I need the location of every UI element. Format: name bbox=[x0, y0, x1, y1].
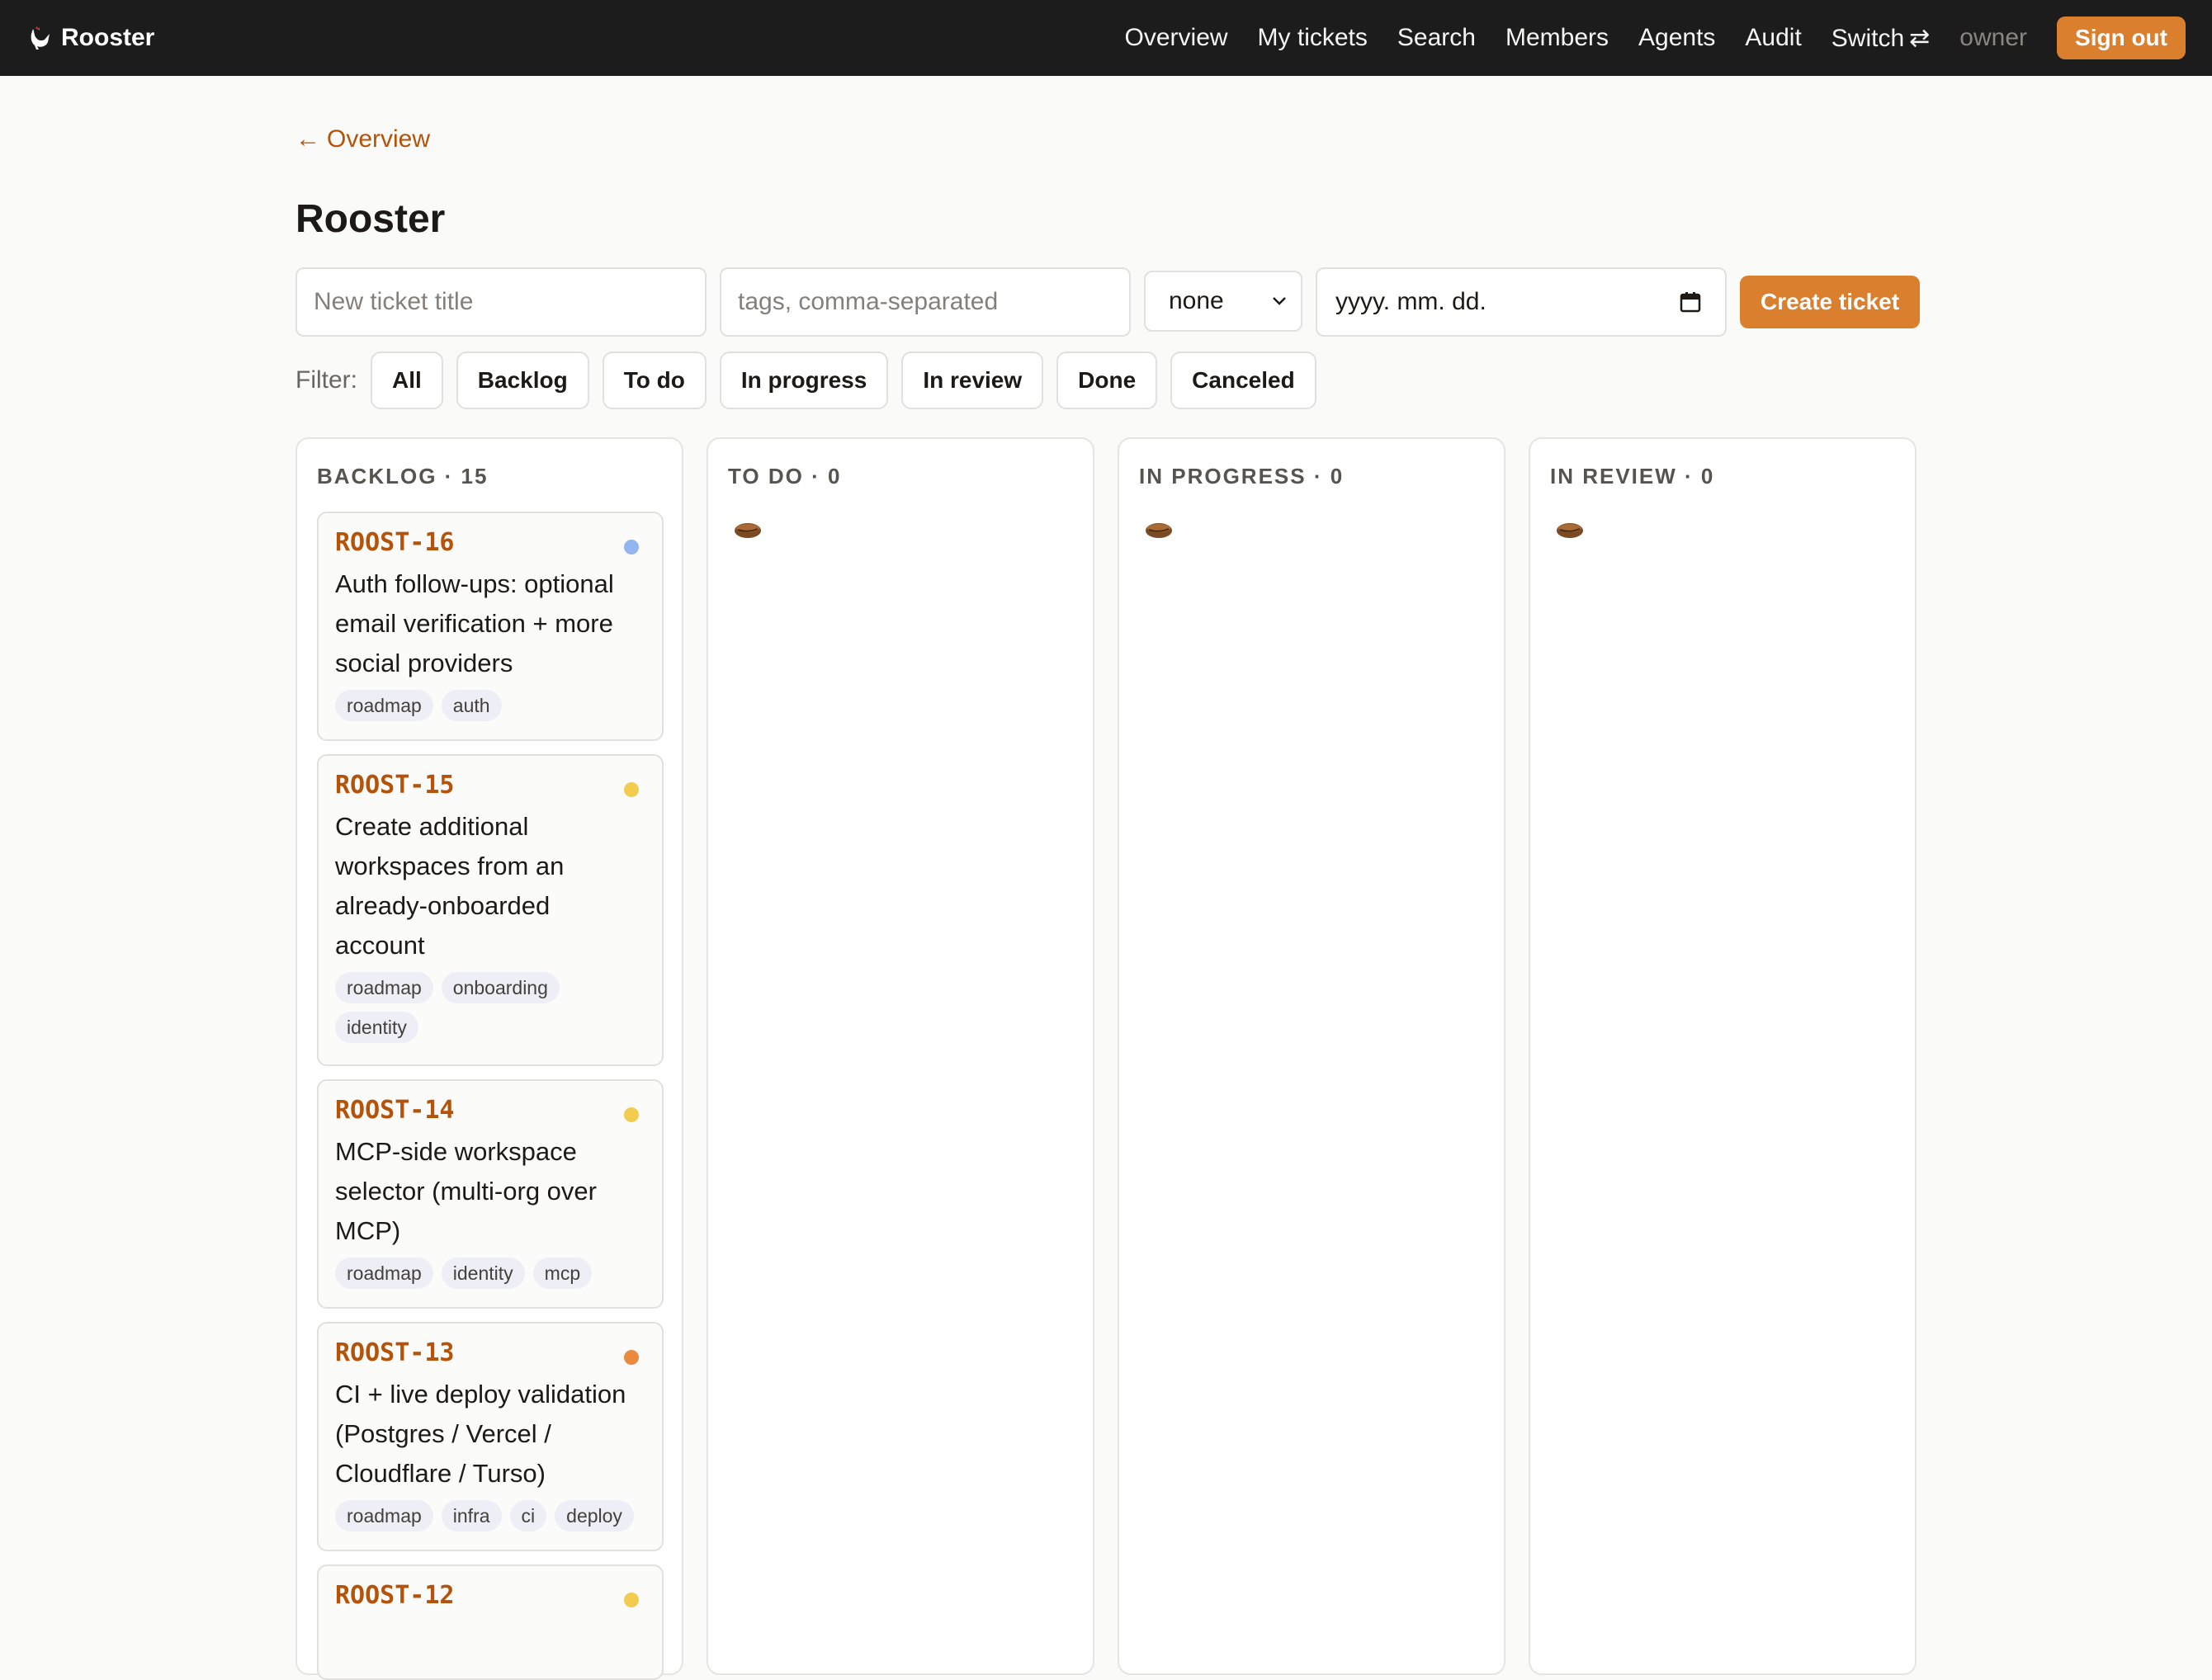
priority-dot-icon bbox=[624, 1350, 639, 1365]
coffee-bean-icon bbox=[1557, 523, 1583, 538]
priority-dot-icon bbox=[624, 1107, 639, 1122]
top-nav-bar: Rooster Overview My tickets Search Membe… bbox=[0, 0, 2212, 76]
ticket-id[interactable]: ROOST-16 bbox=[335, 528, 645, 561]
coffee-bean-icon bbox=[1146, 523, 1172, 538]
filter-in-progress[interactable]: In progress bbox=[719, 352, 889, 409]
priority-select[interactable]: none bbox=[1144, 271, 1302, 332]
ticket-title: CI + live deploy validation (Postgres / … bbox=[335, 1380, 626, 1488]
ticket-id[interactable]: ROOST-14 bbox=[335, 1096, 645, 1129]
column-header: BACKLOG · 15 bbox=[317, 464, 489, 488]
brand-name: Rooster bbox=[61, 24, 155, 51]
sign-out-button[interactable]: Sign out bbox=[2057, 17, 2186, 59]
filter-in-review[interactable]: In review bbox=[901, 352, 1044, 409]
filter-canceled[interactable]: Canceled bbox=[1170, 352, 1316, 409]
column-to-do: TO DO · 0 bbox=[707, 437, 1094, 1675]
tag[interactable]: roadmap bbox=[335, 690, 433, 721]
chevron-down-icon bbox=[1273, 297, 1286, 305]
column-header: IN REVIEW · 0 bbox=[1550, 464, 1715, 488]
filter-backlog[interactable]: Backlog bbox=[456, 352, 589, 409]
tags-input[interactable]: tags, comma-separated bbox=[720, 267, 1131, 337]
ticket-title: Auth follow-ups: optional email verifica… bbox=[335, 569, 614, 677]
nav-switch[interactable]: Switch ⇄ bbox=[1832, 24, 1931, 53]
filter-label: Filter: bbox=[295, 366, 357, 394]
ticket-card[interactable]: ROOST-15 Create additional workspaces fr… bbox=[317, 754, 664, 1066]
ticket-card[interactable]: ROOST-13 CI + live deploy validation (Po… bbox=[317, 1322, 664, 1551]
tag[interactable]: onboarding bbox=[441, 972, 560, 1003]
filter-done[interactable]: Done bbox=[1056, 352, 1158, 409]
ticket-tags: roadmap onboarding identity bbox=[335, 972, 645, 1051]
nav-overview[interactable]: Overview bbox=[1125, 24, 1228, 52]
priority-dot-icon bbox=[624, 1593, 639, 1607]
ticket-title: Create additional workspaces from an alr… bbox=[335, 812, 565, 960]
ticket-id[interactable]: ROOST-12 bbox=[335, 1581, 645, 1614]
calendar-icon[interactable] bbox=[1679, 290, 1702, 314]
ticket-title-input[interactable]: New ticket title bbox=[295, 267, 707, 337]
due-date-input[interactable]: yyyy. mm. dd. bbox=[1316, 267, 1727, 337]
tag[interactable]: auth bbox=[441, 690, 502, 721]
tag[interactable]: infra bbox=[441, 1500, 502, 1531]
ticket-tags: roadmap identity mcp bbox=[335, 1258, 645, 1297]
column-header: IN PROGRESS · 0 bbox=[1139, 464, 1345, 488]
nav-search[interactable]: Search bbox=[1397, 24, 1476, 52]
arrow-left-icon: ← bbox=[295, 125, 320, 153]
ticket-id[interactable]: ROOST-15 bbox=[335, 771, 645, 804]
column-in-progress: IN PROGRESS · 0 bbox=[1118, 437, 1505, 1675]
brand[interactable]: Rooster bbox=[28, 0, 154, 76]
back-link[interactable]: ← Overview bbox=[295, 125, 430, 153]
nav-members[interactable]: Members bbox=[1505, 24, 1609, 52]
ticket-card[interactable]: ROOST-16 Auth follow-ups: optional email… bbox=[317, 512, 664, 741]
priority-select-value: none bbox=[1169, 287, 1224, 314]
nav-agents[interactable]: Agents bbox=[1638, 24, 1715, 52]
create-ticket-form: New ticket title tags, comma-separated n… bbox=[295, 267, 1920, 337]
tag[interactable]: identity bbox=[335, 1012, 418, 1043]
ticket-card[interactable]: ROOST-12 bbox=[317, 1564, 664, 1680]
ticket-tags: roadmap infra ci deploy bbox=[335, 1500, 645, 1540]
nav-audit[interactable]: Audit bbox=[1745, 24, 1801, 52]
due-date-placeholder: yyyy. mm. dd. bbox=[1335, 288, 1486, 315]
priority-dot-icon bbox=[624, 782, 639, 797]
status-filter: Filter: All Backlog To do In progress In… bbox=[295, 352, 1330, 409]
create-ticket-button[interactable]: Create ticket bbox=[1740, 276, 1920, 328]
ticket-tags: roadmap auth bbox=[335, 690, 645, 729]
nav-switch-label: Switch bbox=[1831, 24, 1905, 52]
column-header: TO DO · 0 bbox=[728, 464, 842, 488]
column-backlog: BACKLOG · 15 ROOST-16 Auth follow-ups: o… bbox=[295, 437, 683, 1680]
tag[interactable]: identity bbox=[441, 1258, 525, 1289]
tag[interactable]: roadmap bbox=[335, 1500, 433, 1531]
tag[interactable]: roadmap bbox=[335, 972, 433, 1003]
role-label: owner bbox=[1959, 24, 2028, 51]
back-link-label: Overview bbox=[327, 125, 431, 153]
priority-dot-icon bbox=[624, 540, 639, 554]
tag[interactable]: ci bbox=[509, 1500, 547, 1531]
rooster-icon bbox=[31, 26, 50, 50]
ticket-id[interactable]: ROOST-13 bbox=[335, 1338, 645, 1371]
ticket-title: MCP-side workspace selector (multi-org o… bbox=[335, 1137, 597, 1245]
tag[interactable]: mcp bbox=[532, 1258, 593, 1289]
ticket-card[interactable]: ROOST-14 MCP-side workspace selector (mu… bbox=[317, 1079, 664, 1309]
filter-to-do[interactable]: To do bbox=[602, 352, 707, 409]
column-in-review: IN REVIEW · 0 bbox=[1529, 437, 1917, 1675]
page-title: Rooster bbox=[295, 197, 446, 241]
tag[interactable]: roadmap bbox=[335, 1258, 433, 1289]
filter-all[interactable]: All bbox=[371, 352, 443, 409]
nav-links: Overview My tickets Search Members Agent… bbox=[1125, 0, 2186, 76]
nav-my-tickets[interactable]: My tickets bbox=[1258, 24, 1368, 52]
swap-icon: ⇄ bbox=[1909, 24, 1931, 52]
tag[interactable]: deploy bbox=[555, 1500, 634, 1531]
coffee-bean-icon bbox=[735, 523, 761, 538]
